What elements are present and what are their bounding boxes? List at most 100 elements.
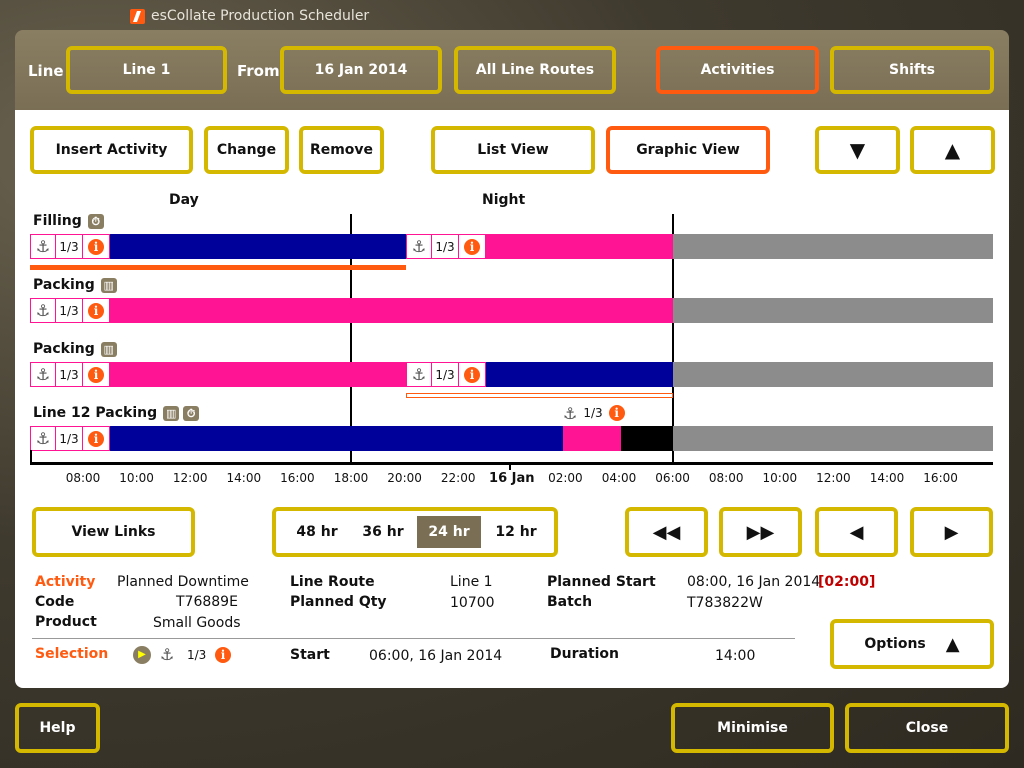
fast-forward-button[interactable]: ▶▶ xyxy=(719,507,802,557)
title-bar: esCollate Production Scheduler xyxy=(130,6,369,26)
row-label-packing: Packing ▥ xyxy=(33,277,117,293)
time-tick-label: 08:00 xyxy=(708,471,744,485)
zoom-36hr[interactable]: 36 hr xyxy=(356,516,410,548)
zoom-12hr[interactable]: 12 hr xyxy=(489,516,543,548)
info-icon[interactable]: i xyxy=(83,299,109,322)
anchor-icon[interactable]: ⚓ xyxy=(31,363,56,386)
anchor-icon[interactable]: ⚓ xyxy=(563,404,577,423)
time-tick-label: 16 Jan xyxy=(489,471,535,486)
line-routes-button[interactable]: All Line Routes xyxy=(454,46,616,94)
time-tick-label: 04:00 xyxy=(601,471,637,485)
segment-controls[interactable]: ⚓ 1/3 i xyxy=(30,298,110,323)
list-view-button[interactable]: List View xyxy=(431,126,595,174)
duration-value: 14:00 xyxy=(715,648,756,664)
time-axis xyxy=(30,462,993,465)
change-button[interactable]: Change xyxy=(204,126,289,174)
anchor-icon[interactable]: ⚓ xyxy=(160,645,174,664)
row-label-packing: Packing ▥ xyxy=(33,341,117,357)
anchor-icon[interactable]: ⚓ xyxy=(31,427,56,450)
activity-bar[interactable] xyxy=(563,426,621,451)
info-icon[interactable]: i xyxy=(83,363,109,386)
step-forward-button[interactable]: ▶ xyxy=(910,507,993,557)
line-select-button[interactable]: Line 1 xyxy=(66,46,227,94)
selection-indicator xyxy=(30,265,406,270)
segment-controls[interactable]: ⚓ 1/3 i xyxy=(30,234,110,259)
anchor-icon[interactable]: ⚓ xyxy=(407,235,432,258)
unscheduled-bar xyxy=(673,234,993,259)
shifts-tab[interactable]: Shifts xyxy=(830,46,994,94)
info-icon[interactable]: i xyxy=(608,405,625,421)
time-tick-label: 22:00 xyxy=(440,471,476,485)
segment-controls[interactable]: ⚓ 1/3 i xyxy=(406,362,486,387)
chart-icon: ▥ xyxy=(100,277,117,293)
activity-bar[interactable] xyxy=(30,298,673,323)
segment-fraction: 1/3 xyxy=(56,363,83,386)
time-tick-label: 02:00 xyxy=(548,471,583,485)
night-shift-label: Night xyxy=(482,192,526,208)
time-tick-label: 12:00 xyxy=(816,471,851,485)
batch-label: Batch xyxy=(547,594,593,610)
remove-button[interactable]: Remove xyxy=(299,126,384,174)
from-date-button[interactable]: 16 Jan 2014 xyxy=(280,46,442,94)
view-links-button[interactable]: View Links xyxy=(32,507,195,557)
unscheduled-bar xyxy=(673,298,993,323)
graphic-view-button[interactable]: Graphic View xyxy=(606,126,770,174)
info-icon[interactable]: i xyxy=(459,235,485,258)
step-back-button[interactable]: ◀ xyxy=(815,507,898,557)
zoom-24hr[interactable]: 24 hr xyxy=(417,516,481,548)
info-icon[interactable]: i xyxy=(83,235,109,258)
segment-fraction: 1/3 xyxy=(432,235,459,258)
floating-segment-controls[interactable]: ⚓ 1/3 i xyxy=(563,403,625,423)
options-up-icon: ▲ xyxy=(945,633,960,655)
code-value: T76889E xyxy=(176,594,238,610)
segment-controls[interactable]: ⚓ 1/3 i xyxy=(406,234,486,259)
top-toolbar: Line Line 1 From 16 Jan 2014 All Line Ro… xyxy=(15,30,1009,110)
scroll-down-button[interactable]: ▼ xyxy=(815,126,900,174)
time-tick-label: 10:00 xyxy=(119,471,154,485)
anchor-icon[interactable]: ⚓ xyxy=(31,235,56,258)
activity-label: Activity xyxy=(35,574,96,590)
segment-controls[interactable]: ⚓ 1/3 i xyxy=(30,362,110,387)
app-title: esCollate Production Scheduler xyxy=(151,8,370,24)
selection-fraction: 1/3 xyxy=(187,648,207,662)
midnight-tick xyxy=(509,462,511,470)
downtime-bar[interactable] xyxy=(621,426,673,451)
options-label: Options xyxy=(864,636,926,652)
time-tick-label: 16:00 xyxy=(280,471,315,485)
insert-activity-button[interactable]: Insert Activity xyxy=(30,126,193,174)
link-indicator xyxy=(406,393,673,398)
unscheduled-bar xyxy=(673,426,993,451)
row-label-filling: Filling ⏱ xyxy=(33,213,104,229)
line-label: Line xyxy=(28,62,64,80)
time-tick-label: 12:00 xyxy=(172,471,208,485)
row-label-line12-packing: Line 12 Packing ▥ ⏱ xyxy=(33,405,200,421)
activities-tab[interactable]: Activities xyxy=(656,46,819,94)
options-button[interactable]: Options ▲ xyxy=(830,619,994,669)
info-icon[interactable]: i xyxy=(215,647,231,663)
time-tick-label: 20:00 xyxy=(387,471,422,485)
planned-start-value: 08:00, 16 Jan 2014 xyxy=(687,574,821,590)
time-tick-label: 14:00 xyxy=(869,471,905,485)
selection-label: Selection xyxy=(35,646,109,662)
time-tick-label: 18:00 xyxy=(333,471,369,485)
anchor-icon[interactable]: ⚓ xyxy=(31,299,56,322)
anchor-icon[interactable]: ⚓ xyxy=(407,363,432,386)
batch-value: T783822W xyxy=(687,595,763,611)
info-icon[interactable]: i xyxy=(459,363,485,386)
segment-fraction: 1/3 xyxy=(56,427,83,450)
minimise-button[interactable]: Minimise xyxy=(671,703,834,753)
unscheduled-bar xyxy=(673,362,993,387)
app-logo-icon xyxy=(130,8,145,24)
rewind-button[interactable]: ◀◀ xyxy=(625,507,708,557)
play-icon[interactable]: ▶ xyxy=(133,646,151,664)
scroll-up-button[interactable]: ▲ xyxy=(910,126,995,174)
timer-icon: ⏱ xyxy=(87,213,104,229)
zoom-48hr[interactable]: 48 hr xyxy=(290,516,344,548)
help-button[interactable]: Help xyxy=(15,703,100,753)
time-tick-label: 16:00 xyxy=(923,471,958,485)
segment-fraction: 1/3 xyxy=(583,406,603,420)
segment-controls[interactable]: ⚓ 1/3 i xyxy=(30,426,110,451)
details-divider xyxy=(32,638,795,639)
info-icon[interactable]: i xyxy=(83,427,109,450)
close-button[interactable]: Close xyxy=(845,703,1009,753)
